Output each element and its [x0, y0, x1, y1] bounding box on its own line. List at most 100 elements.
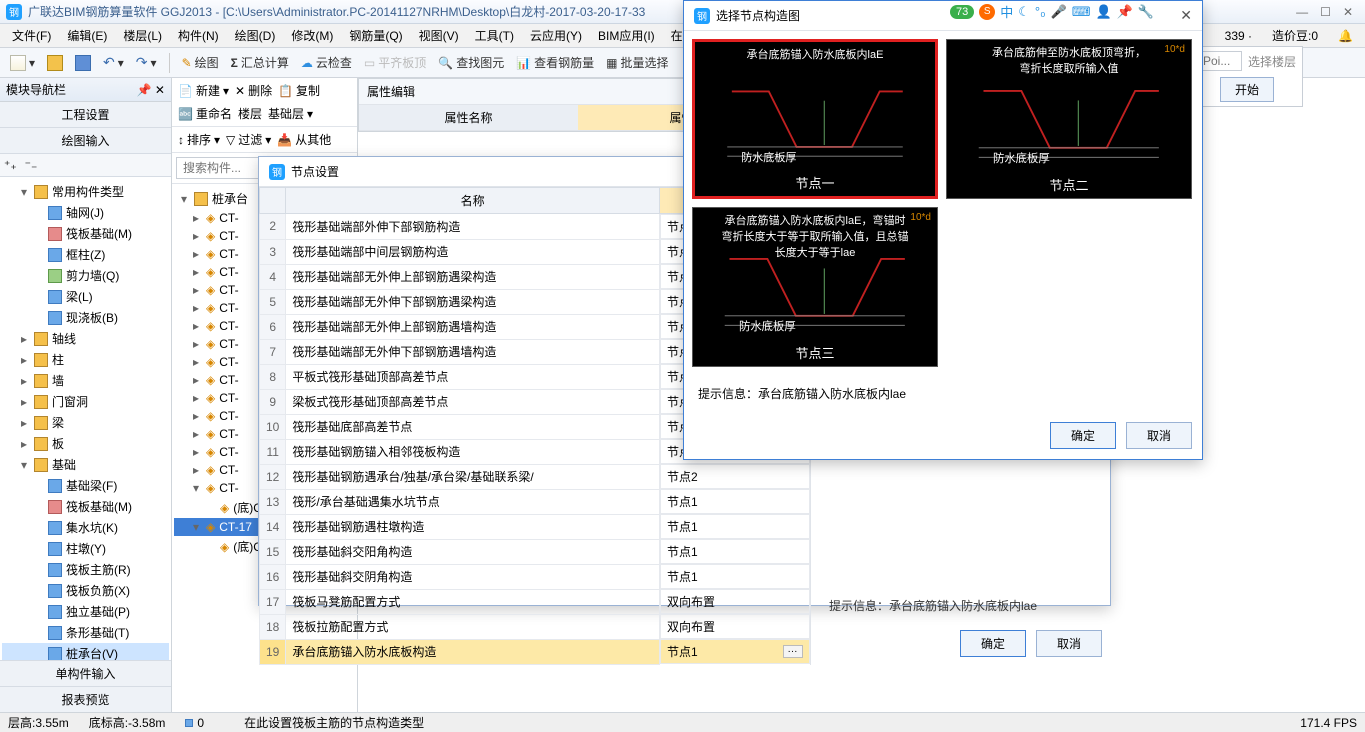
tree-node[interactable]: 桩承台(V)	[2, 643, 169, 660]
menu-file[interactable]: 文件(F)	[6, 25, 57, 46]
cloud-icon[interactable]: °₀	[1035, 4, 1046, 19]
delete-component-button[interactable]: ✕删除	[235, 82, 272, 99]
menu-view[interactable]: 视图(V)	[413, 25, 465, 46]
menu-floor[interactable]: 楼层(L)	[117, 25, 168, 46]
keyboard-icon[interactable]: ⌨	[1072, 4, 1091, 20]
tab-report-preview[interactable]: 报表预览	[0, 686, 171, 712]
diagram-thumbnail[interactable]: 承台底筋锚入防水底板内laE，弯锚时弯折长度大于等于取所输入值，且总锚长度大于等…	[692, 207, 938, 367]
node-cancel-button[interactable]: 取消	[1036, 630, 1102, 657]
open-file-button[interactable]	[43, 53, 67, 73]
tree-node[interactable]: 筏板基础(M)	[2, 496, 169, 517]
moon-icon[interactable]: ☾	[1018, 4, 1030, 20]
close-icon[interactable]: ✕	[1180, 7, 1192, 24]
view-rebar-button[interactable]: 📊 查看钢筋量	[512, 52, 598, 73]
diagram-thumbnail[interactable]: 承台底筋伸至防水底板顶弯折，弯折长度取所输入值 10*d 防水底板厚 节点二	[946, 39, 1192, 199]
tree-node[interactable]: 集水坑(K)	[2, 517, 169, 538]
credit-label: 造价豆:0	[1266, 25, 1324, 46]
tree-node[interactable]: 柱墩(Y)	[2, 538, 169, 559]
pin-icon[interactable]: 📌	[1117, 4, 1133, 20]
select-ok-button[interactable]: 确定	[1050, 422, 1116, 449]
mic-icon[interactable]: 🎤	[1051, 4, 1067, 20]
tree-node[interactable]: ▸墙	[2, 370, 169, 391]
tree-node[interactable]: 剪力墙(Q)	[2, 265, 169, 286]
component-type-tree[interactable]: ▾常用构件类型轴网(J)筏板基础(M)框柱(Z)剪力墙(Q)梁(L)现浇板(B)…	[0, 177, 171, 660]
tree-node[interactable]: 独立基础(P)	[2, 601, 169, 622]
table-row[interactable]: 12筏形基础钢筋遇承台/独基/承台梁/基础联系梁/节点2	[260, 464, 810, 489]
tree-node[interactable]: ▸轴线	[2, 328, 169, 349]
redo-button[interactable]: ▾	[132, 52, 161, 73]
expand-icon[interactable]: ⁺₊	[4, 158, 17, 172]
tab-draw-input[interactable]: 绘图输入	[0, 128, 171, 154]
wrench-icon[interactable]: 🔧	[1138, 4, 1154, 20]
quick-search-input[interactable]	[1198, 51, 1242, 71]
collapse-icon[interactable]: ⁻₋	[25, 158, 38, 172]
new-file-button[interactable]: ▾	[6, 53, 39, 73]
quick-search-panel: 选择楼层 开始	[1191, 46, 1303, 107]
tree-node[interactable]: 轴网(J)	[2, 202, 169, 223]
table-row[interactable]: 13筏形/承台基础遇集水坑节点节点1	[260, 489, 810, 514]
diagram-thumbnails: 承台底筋锚入防水底板内laE 防水底板厚 节点一 承台底筋伸至防水底板顶弯折，弯…	[684, 31, 1202, 375]
tree-node[interactable]: 框柱(Z)	[2, 244, 169, 265]
diagram-thumbnail[interactable]: 承台底筋锚入防水底板内laE 防水底板厚 节点一	[692, 39, 938, 199]
floor-select[interactable]: 基础层▾	[268, 105, 313, 122]
table-row[interactable]: 18筏板拉筋配置方式双向布置	[260, 614, 810, 639]
table-row[interactable]: 14筏形基础钢筋遇柱墩构造节点1	[260, 514, 810, 539]
tree-node[interactable]: 筏板基础(M)	[2, 223, 169, 244]
menu-edit[interactable]: 编辑(E)	[61, 25, 113, 46]
menu-cloud[interactable]: 云应用(Y)	[524, 25, 588, 46]
tab-engineering-settings[interactable]: 工程设置	[0, 102, 171, 128]
ime-mode[interactable]: 中	[1000, 2, 1013, 21]
tab-single-input[interactable]: 单构件输入	[0, 660, 171, 686]
tree-node[interactable]: ▾基础	[2, 454, 169, 475]
table-row[interactable]: 19承台底筋锚入防水底板构造节点1···	[260, 639, 810, 664]
sum-button[interactable]: 汇总计算	[227, 52, 293, 73]
select-floor-link[interactable]: 选择楼层	[1248, 53, 1296, 70]
undo-button[interactable]: ▾	[99, 52, 128, 73]
tree-node[interactable]: 基础梁(F)	[2, 475, 169, 496]
sort-button[interactable]: ↕排序▾	[178, 131, 220, 148]
menu-bim[interactable]: BIM应用(I)	[592, 25, 661, 46]
tree-node[interactable]: 条形基础(T)	[2, 622, 169, 643]
bell-icon[interactable]: 🔔	[1332, 27, 1359, 45]
menu-component[interactable]: 构件(N)	[172, 25, 225, 46]
tree-node[interactable]: 现浇板(B)	[2, 307, 169, 328]
save-file-button[interactable]	[71, 53, 95, 73]
menu-tools[interactable]: 工具(T)	[469, 25, 520, 46]
from-other-button[interactable]: 📥从其他	[277, 131, 331, 148]
ime-float-bar: 73 S 中 ☾ °₀ 🎤 ⌨ 👤 📌 🔧	[950, 2, 1154, 21]
tree-node[interactable]: 梁(L)	[2, 286, 169, 307]
new-component-button[interactable]: 📄新建▾	[178, 82, 229, 99]
quick-search-go[interactable]: 开始	[1220, 77, 1274, 102]
select-cancel-button[interactable]: 取消	[1126, 422, 1192, 449]
batch-select-button[interactable]: ▦ 批量选择	[602, 52, 672, 73]
sogou-icon[interactable]: S	[979, 4, 995, 20]
node-dialog-title: 节点设置	[291, 163, 339, 180]
tree-node[interactable]: ▸板	[2, 433, 169, 454]
rename-component-button[interactable]: 🔤重命名	[178, 105, 232, 122]
cloud-check-button[interactable]: 云检查	[297, 52, 356, 73]
more-button[interactable]: ···	[783, 645, 803, 658]
draw-button[interactable]: 绘图	[178, 52, 223, 73]
minimize-button[interactable]: —	[1296, 5, 1308, 19]
maximize-button[interactable]: ☐	[1320, 5, 1331, 19]
find-element-button[interactable]: 🔍 查找图元	[434, 52, 508, 73]
tree-node[interactable]: ▸梁	[2, 412, 169, 433]
tree-node[interactable]: ▾常用构件类型	[2, 181, 169, 202]
close-button[interactable]: ✕	[1343, 5, 1353, 19]
node-ok-button[interactable]: 确定	[960, 630, 1026, 657]
tree-node[interactable]: ▸柱	[2, 349, 169, 370]
select-hint: 提示信息：承台底筋锚入防水底板内lae	[684, 375, 1202, 412]
table-row[interactable]: 16筏形基础斜交阴角构造节点1	[260, 564, 810, 589]
tree-node[interactable]: 筏板负筋(X)	[2, 580, 169, 601]
menu-rebar[interactable]: 钢筋量(Q)	[343, 25, 408, 46]
tree-node[interactable]: 筏板主筋(R)	[2, 559, 169, 580]
filter-button[interactable]: ▽过滤▾	[226, 131, 271, 148]
copy-component-button[interactable]: 📋复制	[278, 82, 320, 99]
menu-draw[interactable]: 绘图(D)	[229, 25, 282, 46]
menu-modify[interactable]: 修改(M)	[285, 25, 339, 46]
user-icon[interactable]: 👤	[1095, 4, 1111, 20]
table-row[interactable]: 17筏板马凳筋配置方式双向布置	[260, 589, 810, 614]
table-row[interactable]: 15筏形基础斜交阳角构造节点1	[260, 539, 810, 564]
tree-node[interactable]: ▸门窗洞	[2, 391, 169, 412]
nav-pin-icon[interactable]: 📌 ✕	[137, 83, 165, 97]
